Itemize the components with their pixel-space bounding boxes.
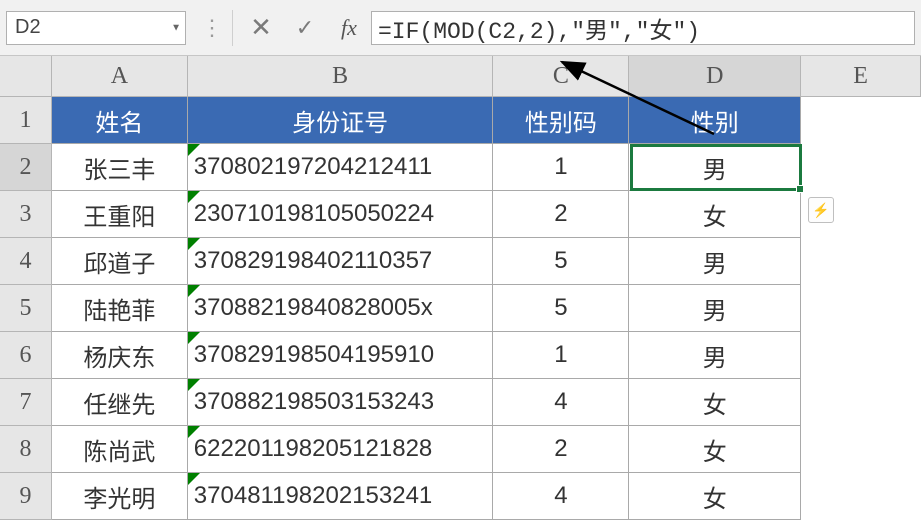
- fx-icon[interactable]: fx: [327, 10, 371, 46]
- formula-bar[interactable]: =IF(MOD(C2,2),"男","女"): [371, 11, 915, 45]
- cell-b3[interactable]: 230710198105050224: [188, 191, 494, 238]
- cell-b1[interactable]: 身份证号: [188, 97, 494, 144]
- cell-a1[interactable]: 姓名: [52, 97, 188, 144]
- toolbar-drag-handle-icon: ⋮: [196, 15, 226, 41]
- cell-b7[interactable]: 370882198503153243: [188, 379, 494, 426]
- col-header-c[interactable]: C: [493, 56, 629, 96]
- spreadsheet-grid: A B C D E 1 姓名 身份证号 性别码 性别 2 张三丰 3708021…: [0, 56, 921, 520]
- cancel-icon[interactable]: ✕: [239, 10, 283, 46]
- cell-b2[interactable]: 370802197204212411: [188, 144, 494, 191]
- cell-c9[interactable]: 4: [493, 473, 629, 520]
- row-header-2[interactable]: 2: [0, 144, 52, 191]
- name-box-value: D2: [15, 16, 41, 39]
- table-row: 7 任继先 370882198503153243 4 女: [0, 379, 921, 426]
- table-row: 3 王重阳 230710198105050224 2 女: [0, 191, 921, 238]
- cell-e4[interactable]: [801, 238, 921, 285]
- cell-c6[interactable]: 1: [493, 332, 629, 379]
- cell-b5[interactable]: 37088219840828005x: [188, 285, 494, 332]
- row-header-6[interactable]: 6: [0, 332, 52, 379]
- cell-b9[interactable]: 370481198202153241: [188, 473, 494, 520]
- cell-a4[interactable]: 邱道子: [52, 238, 188, 285]
- row-header-4[interactable]: 4: [0, 238, 52, 285]
- enter-icon[interactable]: ✓: [283, 10, 327, 46]
- cell-e1[interactable]: [801, 97, 921, 144]
- cell-a8[interactable]: 陈尚武: [52, 426, 188, 473]
- row-header-3[interactable]: 3: [0, 191, 52, 238]
- grid-body: 1 姓名 身份证号 性别码 性别 2 张三丰 37080219720421241…: [0, 97, 921, 520]
- row-header-7[interactable]: 7: [0, 379, 52, 426]
- col-header-b[interactable]: B: [188, 56, 494, 96]
- select-all-corner[interactable]: [0, 56, 52, 96]
- cell-d9[interactable]: 女: [629, 473, 801, 520]
- column-headers: A B C D E: [0, 56, 921, 97]
- cell-a9[interactable]: 李光明: [52, 473, 188, 520]
- col-header-a[interactable]: A: [52, 56, 188, 96]
- cell-c7[interactable]: 4: [493, 379, 629, 426]
- row-header-1[interactable]: 1: [0, 97, 52, 144]
- cell-a2[interactable]: 张三丰: [52, 144, 188, 191]
- cell-c1[interactable]: 性别码: [493, 97, 629, 144]
- row-header-5[interactable]: 5: [0, 285, 52, 332]
- table-row: 8 陈尚武 622201198205121828 2 女: [0, 426, 921, 473]
- cell-d1[interactable]: 性别: [629, 97, 801, 144]
- formula-bar-value: =IF(MOD(C2,2),"男","女"): [378, 11, 700, 45]
- cell-d8[interactable]: 女: [629, 426, 801, 473]
- formula-toolbar: D2 ▼ ⋮ ✕ ✓ fx =IF(MOD(C2,2),"男","女"): [0, 0, 921, 56]
- table-row: 1 姓名 身份证号 性别码 性别: [0, 97, 921, 144]
- table-row: 4 邱道子 370829198402110357 5 男: [0, 238, 921, 285]
- row-header-8[interactable]: 8: [0, 426, 52, 473]
- lightning-icon: ⚡: [812, 202, 829, 219]
- cell-b6[interactable]: 370829198504195910: [188, 332, 494, 379]
- table-row: 9 李光明 370481198202153241 4 女: [0, 473, 921, 520]
- name-box-dropdown-icon[interactable]: ▼: [171, 22, 181, 33]
- cell-e2[interactable]: [801, 144, 921, 191]
- cell-d5[interactable]: 男: [629, 285, 801, 332]
- cell-d6[interactable]: 男: [629, 332, 801, 379]
- col-header-d[interactable]: D: [629, 56, 801, 96]
- cell-b4[interactable]: 370829198402110357: [188, 238, 494, 285]
- row-header-9[interactable]: 9: [0, 473, 52, 520]
- cell-d7[interactable]: 女: [629, 379, 801, 426]
- cell-a6[interactable]: 杨庆东: [52, 332, 188, 379]
- cell-e6[interactable]: [801, 332, 921, 379]
- cell-a7[interactable]: 任继先: [52, 379, 188, 426]
- toolbar-separator: [232, 10, 233, 46]
- cell-c3[interactable]: 2: [493, 191, 629, 238]
- cell-c4[interactable]: 5: [493, 238, 629, 285]
- col-header-e[interactable]: E: [801, 56, 921, 96]
- table-row: 2 张三丰 370802197204212411 1 男: [0, 144, 921, 191]
- autofill-options-icon[interactable]: ⚡: [808, 197, 834, 223]
- table-row: 5 陆艳菲 37088219840828005x 5 男: [0, 285, 921, 332]
- cell-d3[interactable]: 女: [629, 191, 801, 238]
- cell-e7[interactable]: [801, 379, 921, 426]
- cell-c8[interactable]: 2: [493, 426, 629, 473]
- name-box[interactable]: D2 ▼: [6, 11, 186, 45]
- cell-b8[interactable]: 622201198205121828: [188, 426, 494, 473]
- cell-d4[interactable]: 男: [629, 238, 801, 285]
- cell-e5[interactable]: [801, 285, 921, 332]
- cell-c5[interactable]: 5: [493, 285, 629, 332]
- table-row: 6 杨庆东 370829198504195910 1 男: [0, 332, 921, 379]
- cell-a3[interactable]: 王重阳: [52, 191, 188, 238]
- cell-c2[interactable]: 1: [493, 144, 629, 191]
- cell-d2[interactable]: 男: [629, 144, 801, 191]
- cell-e8[interactable]: [801, 426, 921, 473]
- cell-a5[interactable]: 陆艳菲: [52, 285, 188, 332]
- cell-e9[interactable]: [801, 473, 921, 520]
